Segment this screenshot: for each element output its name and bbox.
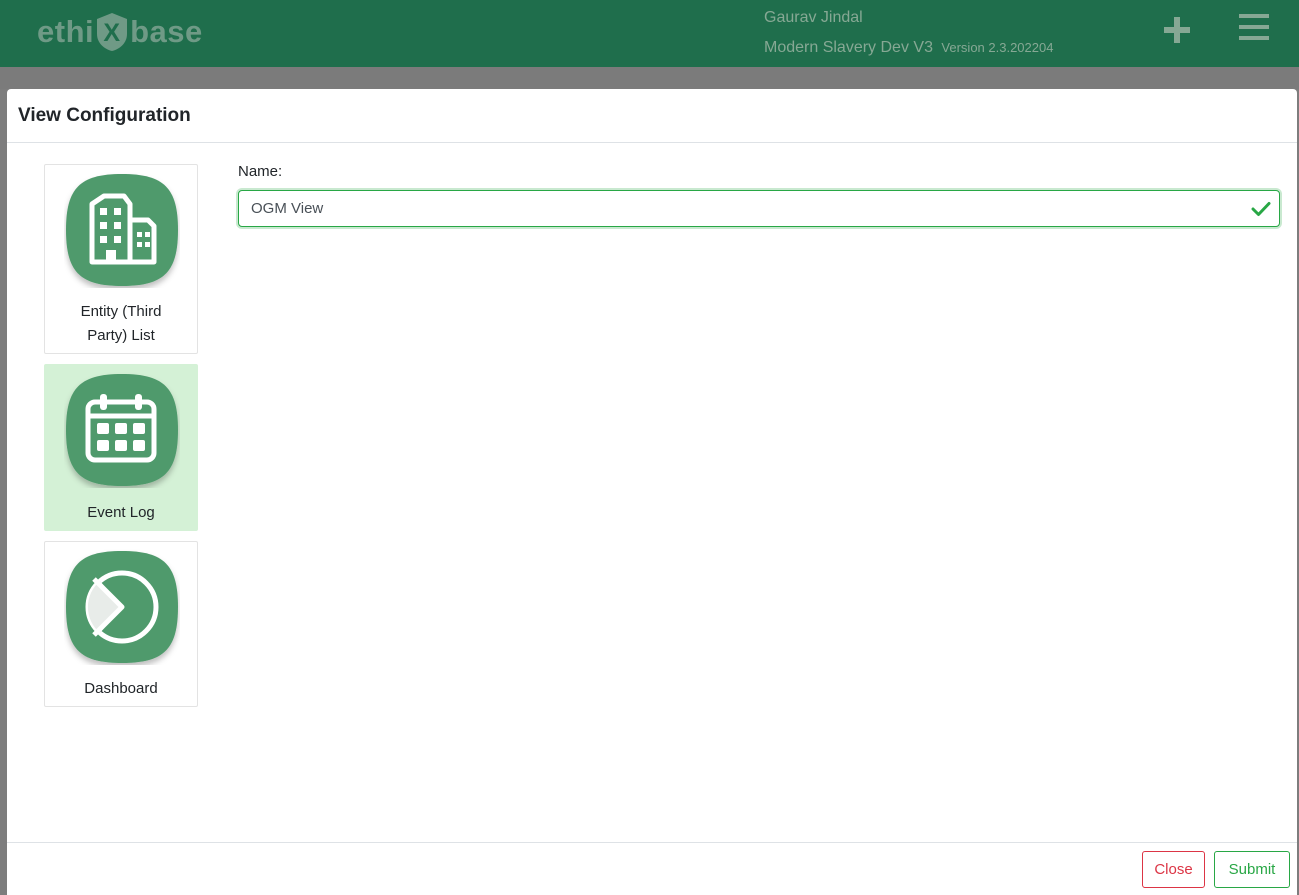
project-info: Modern Slavery Dev V3 Version 2.3.202204 (764, 39, 1053, 57)
view-configuration-modal: View Configuration Entity (Third Party) … (7, 89, 1297, 895)
calendar-icon (64, 372, 180, 488)
dimmed-page-background (0, 67, 1299, 89)
submit-button[interactable]: Submit (1214, 851, 1290, 888)
app-version: Version 2.3.202204 (941, 40, 1054, 55)
modal-header: View Configuration (7, 89, 1297, 143)
tile-label: Party) List (87, 327, 155, 344)
project-name: Modern Slavery Dev V3 (764, 39, 933, 56)
modal-title: View Configuration (18, 105, 191, 126)
top-header-bar: ethi X base Gaurav Jindal Modern Slavery… (0, 0, 1299, 67)
check-icon (1251, 199, 1271, 219)
plus-icon[interactable] (1161, 14, 1193, 46)
logo-mark-letter: X (104, 19, 121, 47)
ethixbase-logo[interactable]: ethi X base (37, 10, 203, 54)
name-label: Name: (238, 163, 283, 180)
tile-label: Dashboard (84, 680, 158, 697)
pie-chart-icon (64, 549, 180, 665)
logo-x-mark: X (95, 12, 129, 52)
tile-entity-list[interactable]: Entity (Third Party) List (44, 164, 198, 354)
modal-footer: Close Submit (7, 842, 1297, 895)
tile-event-log[interactable]: Event Log (44, 364, 198, 531)
tile-label: Entity (Third (80, 303, 162, 320)
tile-label: Event Log (87, 504, 155, 521)
logo-text-right: base (130, 14, 203, 49)
name-input[interactable] (238, 190, 1280, 227)
buildings-icon (64, 172, 180, 288)
tile-dashboard[interactable]: Dashboard (44, 541, 198, 707)
user-name: Gaurav Jindal (764, 9, 863, 26)
hamburger-menu-icon[interactable] (1238, 12, 1270, 42)
logo-text-left: ethi (37, 14, 95, 49)
close-button[interactable]: Close (1142, 851, 1205, 888)
